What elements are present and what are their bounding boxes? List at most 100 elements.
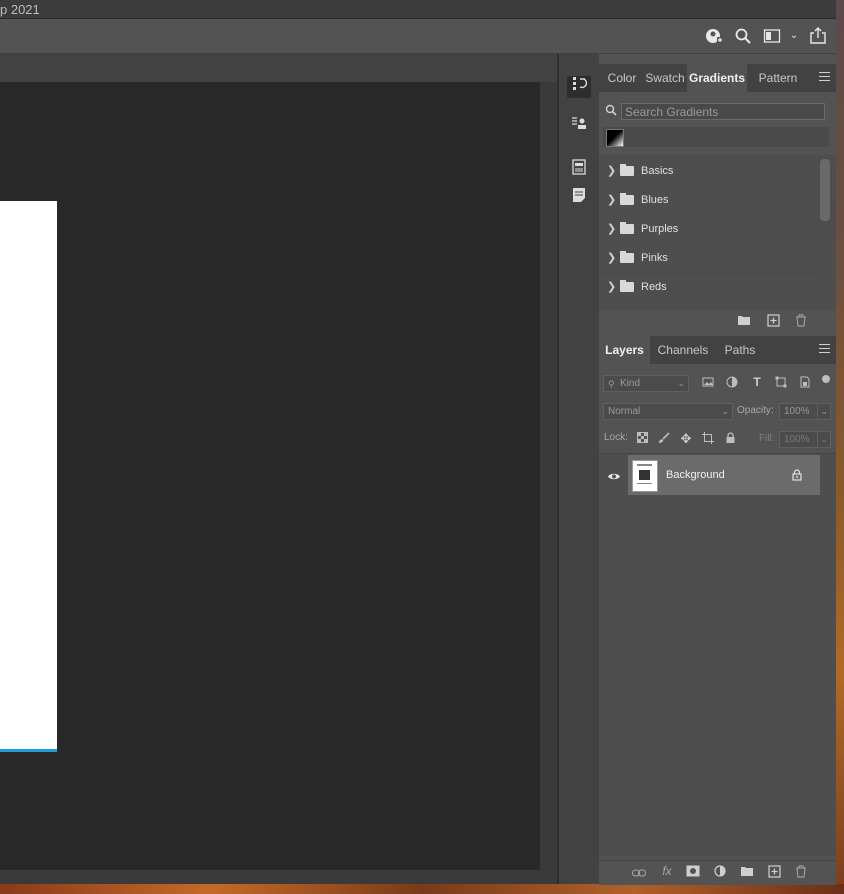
layers-footer: fx xyxy=(599,860,836,885)
filter-pixel-layers-icon[interactable] xyxy=(700,376,716,391)
delete-trash-icon[interactable] xyxy=(793,865,809,881)
share-icon[interactable] xyxy=(809,27,827,45)
desktop-wallpaper xyxy=(836,0,844,894)
folder-label: Pinks xyxy=(641,252,668,264)
lock-all-icon[interactable] xyxy=(722,432,738,447)
panel-menu-icon[interactable] xyxy=(819,72,830,84)
folder-basics[interactable]: ❯ Basics xyxy=(599,157,819,186)
chevron-right-icon: ❯ xyxy=(607,165,617,177)
layer-thumbnail-text xyxy=(637,464,652,466)
lock-artboard-icon[interactable] xyxy=(700,432,716,447)
filter-toggle-switch[interactable] xyxy=(822,375,830,383)
folder-icon xyxy=(620,164,634,176)
lock-position-move-icon[interactable]: ✥ xyxy=(678,431,694,447)
visibility-eye-icon[interactable] xyxy=(607,472,621,484)
right-panel-dock: Color Swatch Gradients Pattern Search Gr… xyxy=(599,54,836,885)
learn-icon[interactable] xyxy=(705,27,723,45)
chevron-right-icon: ❯ xyxy=(607,223,617,235)
layer-filter-kind-dropdown[interactable]: ⚲ Kind ⌄ xyxy=(603,375,689,392)
folder-label: Blues xyxy=(641,194,669,206)
opacity-input[interactable]: 100% ⌄ xyxy=(779,403,831,420)
lock-transparent-pixels-icon[interactable] xyxy=(634,432,650,446)
chevron-right-icon: ❯ xyxy=(607,281,617,293)
gradients-panel-tabs: Color Swatch Gradients Pattern xyxy=(599,64,836,92)
tab-color[interactable]: Color xyxy=(602,64,642,92)
folder-icon xyxy=(620,222,634,234)
layer-thumbnail xyxy=(632,460,658,492)
filter-smart-objects-icon[interactable] xyxy=(797,376,813,391)
search-icon xyxy=(605,104,617,119)
history-panel-icon[interactable] xyxy=(567,76,591,98)
window-title: p 2021 xyxy=(0,2,40,17)
chevron-down-icon[interactable]: ⌄ xyxy=(788,27,800,45)
collapsed-panel-dock xyxy=(558,54,600,884)
add-mask-icon[interactable] xyxy=(685,865,701,880)
tab-layers[interactable]: Layers xyxy=(599,336,650,364)
blend-mode-dropdown[interactable]: Normal ⌄ xyxy=(603,403,733,420)
filter-adjustment-layers-icon[interactable] xyxy=(724,376,740,391)
delete-trash-icon[interactable] xyxy=(793,314,809,330)
panel-menu-icon[interactable] xyxy=(819,344,830,356)
chevron-right-icon: ❯ xyxy=(607,252,617,264)
layers-panel-tabs: Layers Channels Paths xyxy=(599,336,836,364)
desktop-wallpaper-bottom xyxy=(0,884,844,894)
layer-row-background[interactable]: Background xyxy=(628,455,820,495)
folder-label: Purples xyxy=(641,223,679,235)
properties-panel-icon[interactable] xyxy=(567,159,591,181)
notes-panel-icon[interactable] xyxy=(567,187,591,209)
tab-channels[interactable]: Channels xyxy=(652,336,714,364)
folder-icon xyxy=(620,193,634,205)
lock-image-pixels-brush-icon[interactable] xyxy=(656,432,672,447)
tab-gradients[interactable]: Gradients xyxy=(687,64,747,92)
gradient-folder-list: ❯ Basics ❯ Blues ❯ Purples ❯ Pinks ❯ Red… xyxy=(599,155,836,310)
lock-label: Lock: xyxy=(604,432,628,443)
folder-reds[interactable]: ❯ Reds xyxy=(599,273,819,302)
search-gradients-input[interactable]: Search Gradients xyxy=(621,103,825,120)
new-adjustment-layer-icon[interactable] xyxy=(712,865,728,881)
new-group-folder-icon[interactable] xyxy=(739,865,755,880)
canvas-horizontal-scrollbar[interactable] xyxy=(0,870,557,884)
folder-icon xyxy=(620,251,634,263)
new-gradient-icon[interactable] xyxy=(765,314,781,330)
layer-name: Background xyxy=(666,469,725,481)
app-options-bar: ⌄ xyxy=(0,19,836,54)
folder-blues[interactable]: ❯ Blues xyxy=(599,186,819,215)
lock-icon xyxy=(792,469,802,484)
folder-icon xyxy=(620,280,634,292)
filter-shape-layers-icon[interactable] xyxy=(773,376,789,391)
canvas-area[interactable] xyxy=(0,82,540,870)
new-layer-icon[interactable] xyxy=(766,865,782,881)
window-titlebar: p 2021 xyxy=(0,0,836,19)
link-layers-icon[interactable] xyxy=(631,866,647,880)
folder-list-scrollbar[interactable] xyxy=(820,159,830,221)
gradient-swatch[interactable] xyxy=(606,129,624,147)
chevron-right-icon: ❯ xyxy=(607,194,617,206)
folder-purples[interactable]: ❯ Purples xyxy=(599,215,819,244)
fx-layer-style-icon[interactable]: fx xyxy=(659,864,675,878)
layers-list xyxy=(599,453,836,856)
chevron-down-icon: ⌄ xyxy=(677,378,685,388)
chevron-down-icon: ⌄ xyxy=(817,404,828,419)
folder-pinks[interactable]: ❯ Pinks xyxy=(599,244,819,273)
folder-label: Reds xyxy=(641,281,667,293)
opacity-label: Opacity: xyxy=(737,405,774,416)
clone-source-panel-icon[interactable] xyxy=(567,115,591,137)
tab-swatches[interactable]: Swatch xyxy=(643,64,687,92)
chevron-down-icon: ⌄ xyxy=(721,406,729,416)
recent-gradients-strip xyxy=(603,127,829,147)
canvas-vertical-scrollbar[interactable] xyxy=(540,82,557,870)
chevron-down-icon: ⌄ xyxy=(817,432,828,447)
layer-thumbnail-image xyxy=(639,470,650,480)
fill-input[interactable]: 100% ⌄ xyxy=(779,431,831,448)
tab-paths[interactable]: Paths xyxy=(717,336,763,364)
search-icon[interactable] xyxy=(734,27,752,45)
tab-patterns[interactable]: Pattern xyxy=(751,64,805,92)
new-group-folder-icon[interactable] xyxy=(736,314,752,329)
layer-thumbnail-text xyxy=(637,483,652,484)
filter-type-layers-icon[interactable]: T xyxy=(749,375,765,389)
workspace-icon[interactable] xyxy=(763,27,781,45)
document-page[interactable] xyxy=(0,201,57,752)
fill-label: Fill: xyxy=(759,433,775,444)
search-icon: ⚲ xyxy=(608,379,615,389)
folder-label: Basics xyxy=(641,165,674,177)
